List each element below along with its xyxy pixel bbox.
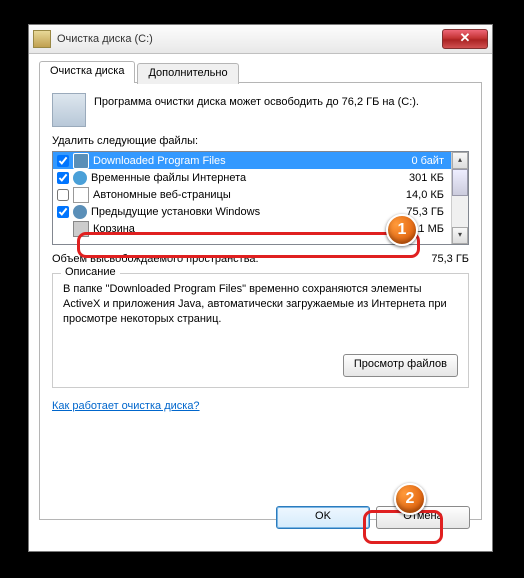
cancel-button[interactable]: Отмена: [376, 506, 470, 529]
tab-more-options[interactable]: Дополнительно: [137, 63, 238, 84]
scrollbar[interactable]: ▴ ▾: [451, 152, 468, 244]
info-text: Программа очистки диска может освободить…: [94, 93, 419, 127]
view-files-button[interactable]: Просмотр файлов: [343, 354, 458, 377]
description-text: В папке "Downloaded Program Files" време…: [63, 282, 458, 346]
delete-files-label: Удалить следующие файлы:: [52, 135, 469, 147]
scroll-down-button[interactable]: ▾: [452, 227, 468, 244]
tab-cleanup[interactable]: Очистка диска: [39, 61, 135, 83]
description-legend: Описание: [61, 266, 120, 278]
scroll-up-button[interactable]: ▴: [452, 152, 468, 169]
how-cleanup-works-link[interactable]: Как работает очистка диска?: [52, 400, 200, 412]
recycle-bin-icon: [73, 221, 89, 237]
file-row-previous-windows[interactable]: Предыдущие установки Windows 75,3 ГБ: [53, 203, 452, 220]
drive-icon: [52, 93, 86, 127]
total-value: 75,3 ГБ: [399, 253, 469, 265]
disk-cleanup-window: Очистка диска (C:) ✕ Очистка диска Допол…: [28, 24, 493, 552]
program-files-icon: [73, 153, 89, 169]
file-checkbox[interactable]: [57, 155, 69, 167]
file-checkbox[interactable]: [57, 206, 69, 218]
file-checkbox[interactable]: [57, 172, 69, 184]
file-row-downloaded-program-files[interactable]: Downloaded Program Files 0 байт: [53, 152, 452, 169]
file-row-temp-internet[interactable]: Временные файлы Интернета 301 КБ: [53, 169, 452, 186]
file-checkbox[interactable]: [57, 189, 69, 201]
close-button[interactable]: ✕: [442, 29, 488, 49]
ok-button[interactable]: OK: [276, 506, 370, 529]
description-group: Описание В папке "Downloaded Program Fil…: [52, 273, 469, 388]
document-icon: [73, 187, 89, 203]
total-label: Объем высвобождаемого пространства:: [52, 253, 399, 265]
internet-icon: [73, 171, 87, 185]
window-title: Очистка диска (C:): [57, 33, 442, 45]
disk-cleanup-icon: [33, 30, 51, 48]
titlebar: Очистка диска (C:) ✕: [29, 25, 492, 54]
file-list[interactable]: Downloaded Program Files 0 байт Временны…: [52, 151, 469, 245]
tab-strip: Очистка диска Дополнительно: [39, 61, 482, 83]
file-row-offline-pages[interactable]: Автономные веб-страницы 14,0 КБ: [53, 186, 452, 203]
tab-panel-cleanup: Программа очистки диска может освободить…: [39, 82, 482, 520]
file-row-recycle-bin[interactable]: Корзина 211 МБ: [53, 220, 452, 237]
windows-icon: [73, 205, 87, 219]
scroll-thumb[interactable]: [452, 169, 468, 196]
